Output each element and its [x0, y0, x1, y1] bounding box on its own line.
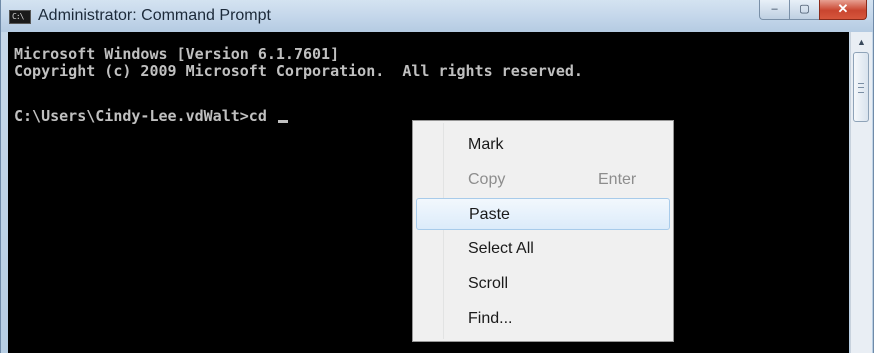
console-line: Copyright (c) 2009 Microsoft Corporation…	[14, 62, 583, 80]
close-button[interactable]: ✕	[819, 0, 867, 20]
window-title: Administrator: Command Prompt	[38, 7, 271, 24]
menu-item-scroll[interactable]: Scroll	[416, 268, 670, 300]
menu-item-label: Copy	[468, 171, 506, 188]
context-menu: Mark Copy Enter Paste Select All Scroll …	[412, 120, 674, 342]
console-prompt-line: C:\Users\Cindy-Lee.vdWalt>cd	[14, 108, 288, 125]
vertical-scrollbar[interactable]: ▲	[850, 32, 872, 353]
menu-item-label: Mark	[468, 136, 504, 153]
maximize-button[interactable]: ▢	[789, 0, 819, 20]
menu-item-copy[interactable]: Copy Enter	[416, 164, 670, 196]
grip-icon	[858, 83, 864, 93]
menu-item-paste[interactable]: Paste	[416, 198, 670, 230]
scroll-up-arrow-icon[interactable]: ▲	[854, 35, 869, 50]
title-bar[interactable]: C:\ Administrator: Command Prompt – ▢ ✕	[1, 0, 873, 32]
text-cursor	[277, 120, 288, 123]
menu-item-label: Select All	[468, 240, 534, 257]
menu-item-label: Find...	[468, 310, 513, 327]
window-controls: – ▢ ✕	[759, 0, 867, 22]
menu-item-label: Paste	[469, 206, 510, 223]
console-icon[interactable]: C:\	[9, 10, 31, 24]
menu-item-label: Scroll	[468, 275, 509, 292]
scroll-thumb[interactable]	[853, 52, 869, 122]
minimize-button[interactable]: –	[759, 0, 789, 20]
menu-item-mark[interactable]: Mark	[416, 129, 670, 161]
menu-item-select-all[interactable]: Select All	[416, 233, 670, 265]
prompt-text: C:\Users\Cindy-Lee.vdWalt>cd	[14, 107, 276, 125]
console-line: Microsoft Windows [Version 6.1.7601]	[14, 45, 340, 63]
menu-item-shortcut: Enter	[598, 171, 637, 188]
menu-item-find[interactable]: Find...	[416, 303, 670, 335]
